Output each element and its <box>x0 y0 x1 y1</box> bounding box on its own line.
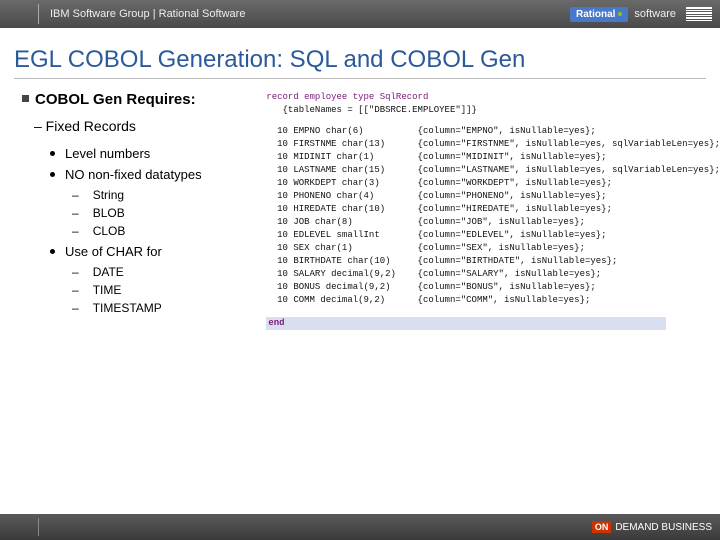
dot-bullet-icon <box>50 172 55 177</box>
header-divider <box>38 4 39 24</box>
footer-bar: ON DEMAND BUSINESS <box>0 514 720 540</box>
code-line: 10 EMPNO char(6) {column="EMPNO", isNull… <box>266 125 720 138</box>
dot-bullet-icon <box>50 151 55 156</box>
code-line: 10 FIRSTNME char(13) {column="FIRSTNME",… <box>266 138 720 151</box>
breadcrumb: IBM Software Group | Rational Software <box>50 8 245 20</box>
header-bar: IBM Software Group | Rational Software R… <box>0 0 720 28</box>
ibm-logo-icon <box>686 7 712 21</box>
requires-row: COBOL Gen Requires: <box>22 91 260 108</box>
sub-time: –TIME <box>72 283 260 297</box>
software-label: software <box>634 8 676 20</box>
outline-column: COBOL Gen Requires: – Fixed Records Leve… <box>22 91 260 330</box>
footer-right: ON DEMAND BUSINESS <box>592 521 712 533</box>
code-line: 10 WORKDEPT char(3) {column="WORKDEPT", … <box>266 177 720 190</box>
code-line: record employee type SqlRecord <box>266 91 720 104</box>
dot-icon <box>618 12 622 16</box>
page-title: EGL COBOL Generation: SQL and COBOL Gen <box>0 28 720 78</box>
bullet-level: Level numbers <box>50 146 260 161</box>
footer-divider <box>38 518 39 536</box>
code-line: {tableNames = [["DBSRCE.EMPLOYEE"]]} <box>266 104 720 117</box>
code-line: 10 PHONENO char(4) {column="PHONENO", is… <box>266 190 720 203</box>
sub-date: –DATE <box>72 265 260 279</box>
rational-badge: Rational <box>570 7 628 22</box>
on-badge: ON <box>592 521 612 533</box>
bullet-usechar: Use of CHAR for <box>50 244 260 259</box>
sub-string: –String <box>72 188 260 202</box>
code-line: 10 COMM decimal(9,2) {column="COMM", isN… <box>266 294 720 307</box>
title-rule <box>14 78 706 79</box>
code-line: 10 JOB char(8) {column="JOB", isNullable… <box>266 216 720 229</box>
content: COBOL Gen Requires: – Fixed Records Leve… <box>0 91 720 330</box>
code-line: 10 SALARY decimal(9,2) {column="SALARY",… <box>266 268 720 281</box>
code-column: record employee type SqlRecord {tableNam… <box>266 91 720 330</box>
code-line: 10 EDLEVEL smallInt {column="EDLEVEL", i… <box>266 229 720 242</box>
code-line: 10 MIDINIT char(1) {column="MIDINIT", is… <box>266 151 720 164</box>
code-line: 10 BIRTHDATE char(10) {column="BIRTHDATE… <box>266 255 720 268</box>
sub-timestamp: –TIMESTAMP <box>72 301 260 315</box>
square-bullet-icon <box>22 95 29 102</box>
code-line: 10 SEX char(1) {column="SEX", isNullable… <box>266 242 720 255</box>
code-line: 10 BONUS decimal(9,2) {column="BONUS", i… <box>266 281 720 294</box>
demand-label: DEMAND BUSINESS <box>615 522 712 533</box>
code-line: 10 HIREDATE char(10) {column="HIREDATE",… <box>266 203 720 216</box>
requires-label: COBOL Gen Requires: <box>35 91 196 108</box>
code-end: end <box>266 317 666 330</box>
header-right: Rational software <box>570 0 712 28</box>
sub-blob: –BLOB <box>72 206 260 220</box>
sub-clob: –CLOB <box>72 224 260 238</box>
fixed-records-label: – Fixed Records <box>34 118 260 134</box>
dot-bullet-icon <box>50 249 55 254</box>
bullet-nonfixed: NO non-fixed datatypes <box>50 167 260 182</box>
code-line: 10 LASTNAME char(15) {column="LASTNAME",… <box>266 164 720 177</box>
